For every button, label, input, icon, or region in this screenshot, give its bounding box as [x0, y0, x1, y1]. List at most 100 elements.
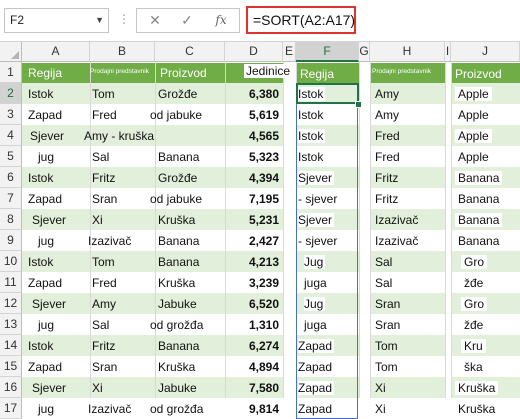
insert-function-icon[interactable]: fx — [207, 9, 235, 32]
column-header-j[interactable]: J — [451, 42, 520, 62]
cancel-icon[interactable]: ✕ — [141, 9, 169, 32]
cell-h-value[interactable]: Amy — [375, 87, 399, 101]
cell-j-value[interactable]: Gro — [461, 297, 488, 311]
row-header-14[interactable]: 14 — [0, 335, 22, 356]
cell-h-value[interactable]: Xi — [375, 402, 386, 416]
cell-product[interactable]: od jabuke — [150, 192, 202, 206]
cell-h-value[interactable]: Fred — [375, 150, 400, 164]
cell-product[interactable]: Kruška — [158, 213, 195, 227]
fill-handle[interactable] — [355, 101, 362, 108]
cell-product[interactable]: od jabuke — [150, 108, 202, 122]
header-cell-a[interactable]: Regija — [28, 66, 62, 80]
cell-rep[interactable]: Fred — [92, 276, 117, 290]
confirm-icon[interactable]: ✓ — [173, 9, 201, 32]
cell-j-value[interactable]: Kruška — [455, 381, 499, 395]
row-header-17[interactable]: 17 — [0, 398, 22, 419]
cell-h-value[interactable]: Izazivač — [375, 213, 418, 227]
cell-region[interactable]: jug — [38, 150, 54, 164]
worksheet-grid[interactable]: A B C D E F G H I J 1 2 3 4 5 6 7 8 9 10 11 12 13 14 15 16 17 Regij… — [0, 42, 520, 419]
row-header-3[interactable]: 3 — [0, 104, 22, 125]
cell-rep[interactable]: Xi — [92, 213, 103, 227]
formula-input[interactable]: =SORT(A2:A17) — [246, 6, 356, 34]
cell-region[interactable]: Istok — [28, 171, 53, 185]
cell-h-value[interactable]: Sal — [375, 276, 392, 290]
column-header-a[interactable]: A — [22, 42, 90, 62]
chevron-down-icon[interactable]: ▼ — [95, 9, 104, 32]
cell-rep[interactable]: Amy - kruška — [84, 129, 154, 143]
cell-h-value[interactable]: Tom — [375, 339, 398, 353]
cell-j-value[interactable]: Apple — [455, 150, 492, 164]
cell-region[interactable]: jug — [38, 234, 54, 248]
row-header-7[interactable]: 7 — [0, 188, 22, 209]
row-header-16[interactable]: 16 — [0, 377, 22, 398]
cell-region[interactable]: Sjever — [32, 297, 66, 311]
column-header-d[interactable]: D — [225, 42, 283, 62]
cell-units[interactable]: 3,239 — [249, 276, 279, 290]
row-header-8[interactable]: 8 — [0, 209, 22, 230]
cell-units[interactable]: 5,619 — [249, 108, 279, 122]
active-cell-f2[interactable] — [296, 83, 359, 104]
cell-region[interactable]: jug — [38, 402, 54, 416]
cell-units[interactable]: 4,894 — [249, 360, 279, 374]
column-header-h[interactable]: H — [370, 42, 445, 62]
cell-units[interactable]: 7,580 — [249, 381, 279, 395]
cell-j-value[interactable]: Apple — [455, 108, 492, 122]
row-header-5[interactable]: 5 — [0, 146, 22, 167]
cell-product[interactable]: Kruška — [158, 276, 195, 290]
cell-units[interactable]: 4,565 — [249, 129, 279, 143]
more-options-icon[interactable]: ⋮ — [118, 12, 130, 26]
cell-j-value[interactable]: Apple — [455, 129, 492, 143]
cell-product[interactable]: Banana — [158, 150, 199, 164]
name-box[interactable]: F2 ▼ — [4, 8, 109, 33]
cell-h-value[interactable]: Izazivač — [375, 234, 418, 248]
cell-h-value[interactable]: Fred — [375, 129, 400, 143]
row-header-11[interactable]: 11 — [0, 272, 22, 293]
cell-h-value[interactable]: Fritz — [375, 192, 398, 206]
cell-h-value[interactable]: Xi — [375, 381, 386, 395]
cell-rep[interactable]: Fritz — [92, 339, 115, 353]
column-header-e[interactable]: E — [283, 42, 296, 62]
row-header-1[interactable]: 1 — [0, 62, 22, 83]
cell-units[interactable]: 7,195 — [249, 192, 279, 206]
cell-j-value[interactable]: Banana — [455, 171, 503, 185]
cell-product[interactable]: Banana — [158, 234, 199, 248]
row-header-12[interactable]: 12 — [0, 293, 22, 314]
select-all-button[interactable] — [0, 42, 22, 62]
cell-units[interactable]: 9,814 — [249, 402, 279, 416]
column-header-c[interactable]: C — [155, 42, 225, 62]
cell-units[interactable]: 4,213 — [249, 255, 279, 269]
cell-j-value[interactable]: Gro — [461, 255, 488, 269]
cell-j-value[interactable]: Banana — [455, 192, 503, 206]
cell-product[interactable]: Banana — [158, 255, 199, 269]
cell-region[interactable]: Istok — [28, 87, 53, 101]
cell-j-value[interactable]: žđe — [461, 276, 487, 290]
cell-rep[interactable]: Xi — [92, 381, 103, 395]
cell-rep[interactable]: Sal — [92, 150, 109, 164]
cell-region[interactable]: Istok — [28, 339, 53, 353]
cell-j-value[interactable]: žđe — [461, 318, 487, 332]
cell-units[interactable]: 6,274 — [249, 339, 279, 353]
column-header-f[interactable]: F — [296, 42, 359, 62]
cell-rep[interactable]: Tom — [92, 255, 115, 269]
cell-product[interactable]: od grožđa — [150, 402, 203, 416]
cell-region[interactable]: Zapad — [28, 192, 62, 206]
cell-units[interactable]: 6,380 — [249, 87, 279, 101]
cell-h-value[interactable]: Sal — [375, 255, 392, 269]
row-header-2[interactable]: 2 — [0, 83, 22, 104]
cell-rep[interactable]: Sran — [92, 192, 117, 206]
cell-region[interactable]: Zapad — [28, 360, 62, 374]
cell-units[interactable]: 6,520 — [249, 297, 279, 311]
cell-h-value[interactable]: Sran — [375, 297, 400, 311]
header-cell-h[interactable]: Prodajni predstavnik — [372, 65, 431, 79]
cell-region[interactable]: Istok — [28, 255, 53, 269]
cell-units[interactable]: 4,394 — [249, 171, 279, 185]
cell-product[interactable]: Jabuke — [158, 381, 197, 395]
cell-h-value[interactable]: Fritz — [375, 171, 398, 185]
cell-region[interactable]: Sjever — [32, 213, 66, 227]
cell-units[interactable]: 2,427 — [249, 234, 279, 248]
cell-rep[interactable]: Izazivač — [88, 234, 131, 248]
header-cell-j[interactable]: Proizvod — [455, 67, 502, 81]
cell-region[interactable]: Sjever — [30, 129, 64, 143]
cell-region[interactable]: jug — [38, 318, 54, 332]
cell-h-value[interactable]: Sran — [375, 318, 400, 332]
